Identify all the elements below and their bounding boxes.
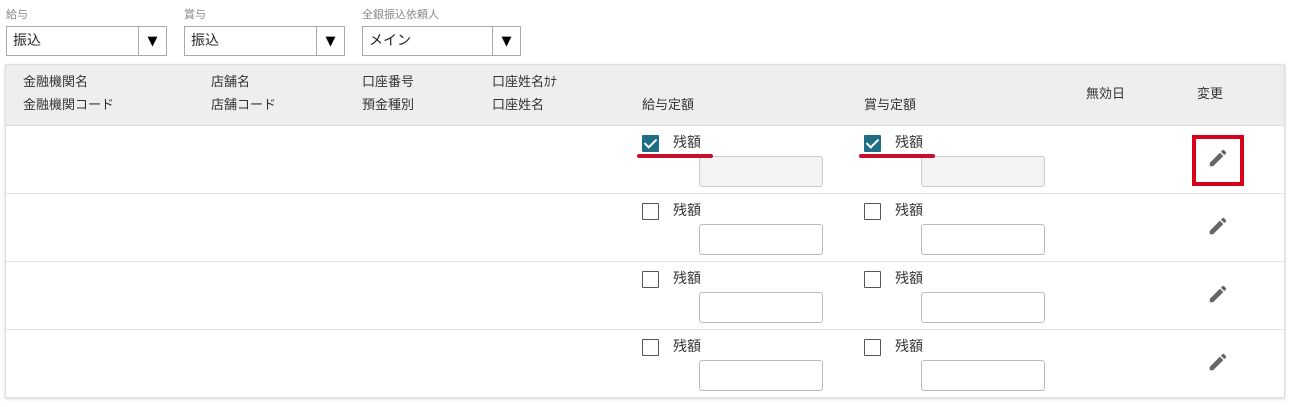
requester-select[interactable]: メイン ▼ — [362, 26, 521, 56]
triangle-down-icon[interactable]: ▼ — [316, 27, 344, 55]
bonus-fixed-amount-input[interactable] — [921, 156, 1045, 187]
annotation-underline-salary — [637, 154, 713, 158]
table-row: 残額 残額 — [6, 194, 1284, 262]
salary-fixed-amount-input[interactable] — [699, 156, 823, 187]
header-branch-code: 店舗コード — [211, 98, 277, 113]
salary-remainder-label: 残額 — [673, 135, 701, 151]
annotation-highlight-edit — [1192, 135, 1244, 186]
header-invalid-date: 無効日 — [1086, 87, 1126, 102]
header-account-holder-kana: 口座姓名ｶﾅ — [492, 75, 558, 90]
header-bank-name: 金融機関名 — [23, 75, 89, 90]
pencil-icon — [1207, 351, 1229, 377]
annotation-underline-bonus — [859, 154, 935, 158]
salary-remainder-checkbox[interactable] — [642, 339, 659, 356]
header-account-holder: 口座姓名 — [492, 98, 545, 113]
triangle-down-icon[interactable]: ▼ — [138, 27, 166, 55]
edit-button[interactable] — [1196, 273, 1240, 319]
salary-remainder-label: 残額 — [673, 339, 701, 355]
header-change: 変更 — [1197, 87, 1224, 102]
triangle-down-icon[interactable]: ▼ — [492, 27, 520, 55]
bonus-remainder-label: 残額 — [895, 339, 923, 355]
requester-filter-label: 全銀振込依頼人 — [362, 8, 439, 21]
salary-method-value: 振込 — [13, 33, 41, 49]
bonus-remainder-checkbox[interactable] — [864, 203, 881, 220]
edit-button[interactable] — [1196, 205, 1240, 251]
bonus-remainder-checkbox[interactable] — [864, 135, 881, 152]
bonus-filter: 賞与 振込 ▼ — [184, 7, 345, 56]
bonus-remainder-checkbox[interactable] — [864, 271, 881, 288]
bonus-filter-label: 賞与 — [184, 8, 206, 21]
bonus-fixed-amount-input[interactable] — [921, 360, 1045, 391]
header-account-number: 口座番号 — [362, 75, 415, 90]
bonus-fixed-amount-input[interactable] — [921, 224, 1045, 255]
pencil-icon — [1207, 215, 1229, 241]
salary-filter-label: 給与 — [6, 8, 28, 21]
header-salary-fixed: 給与定額 — [642, 98, 695, 113]
requester-filter: 全銀振込依頼人 メイン ▼ — [362, 7, 521, 56]
salary-remainder-label: 残額 — [673, 271, 701, 287]
bonus-remainder-label: 残額 — [895, 271, 923, 287]
bonus-remainder-checkbox[interactable] — [864, 339, 881, 356]
salary-remainder-label: 残額 — [673, 203, 701, 219]
salary-fixed-amount-input[interactable] — [699, 360, 823, 391]
bonus-method-select[interactable]: 振込 ▼ — [184, 26, 345, 56]
bonus-fixed-amount-input[interactable] — [921, 292, 1045, 323]
salary-method-select[interactable]: 振込 ▼ — [6, 26, 167, 56]
edit-button[interactable] — [1196, 341, 1240, 387]
table-row: 残額 残額 — [6, 330, 1284, 398]
requester-value: メイン — [369, 33, 411, 49]
salary-fixed-amount-input[interactable] — [699, 224, 823, 255]
header-branch-name: 店舗名 — [211, 75, 251, 90]
salary-remainder-checkbox[interactable] — [642, 135, 659, 152]
salary-remainder-checkbox[interactable] — [642, 203, 659, 220]
salary-remainder-checkbox[interactable] — [642, 271, 659, 288]
header-bonus-fixed: 賞与定額 — [864, 98, 917, 113]
header-deposit-type: 預金種別 — [362, 98, 415, 113]
bonus-remainder-label: 残額 — [895, 135, 923, 151]
table-row: 残額 残額 — [6, 126, 1284, 194]
table-header: 金融機関名 金融機関コード 店舗名 店舗コード 口座番号 預金種別 口座姓名ｶﾅ… — [6, 65, 1284, 126]
bank-account-table: 金融機関名 金融機関コード 店舗名 店舗コード 口座番号 預金種別 口座姓名ｶﾅ… — [5, 64, 1285, 398]
pencil-icon — [1207, 283, 1229, 309]
bonus-remainder-label: 残額 — [895, 203, 923, 219]
salary-filter: 給与 振込 ▼ — [6, 7, 167, 56]
header-bank-code: 金融機関コード — [23, 98, 115, 113]
bonus-method-value: 振込 — [191, 33, 219, 49]
salary-fixed-amount-input[interactable] — [699, 292, 823, 323]
table-row: 残額 残額 — [6, 262, 1284, 330]
